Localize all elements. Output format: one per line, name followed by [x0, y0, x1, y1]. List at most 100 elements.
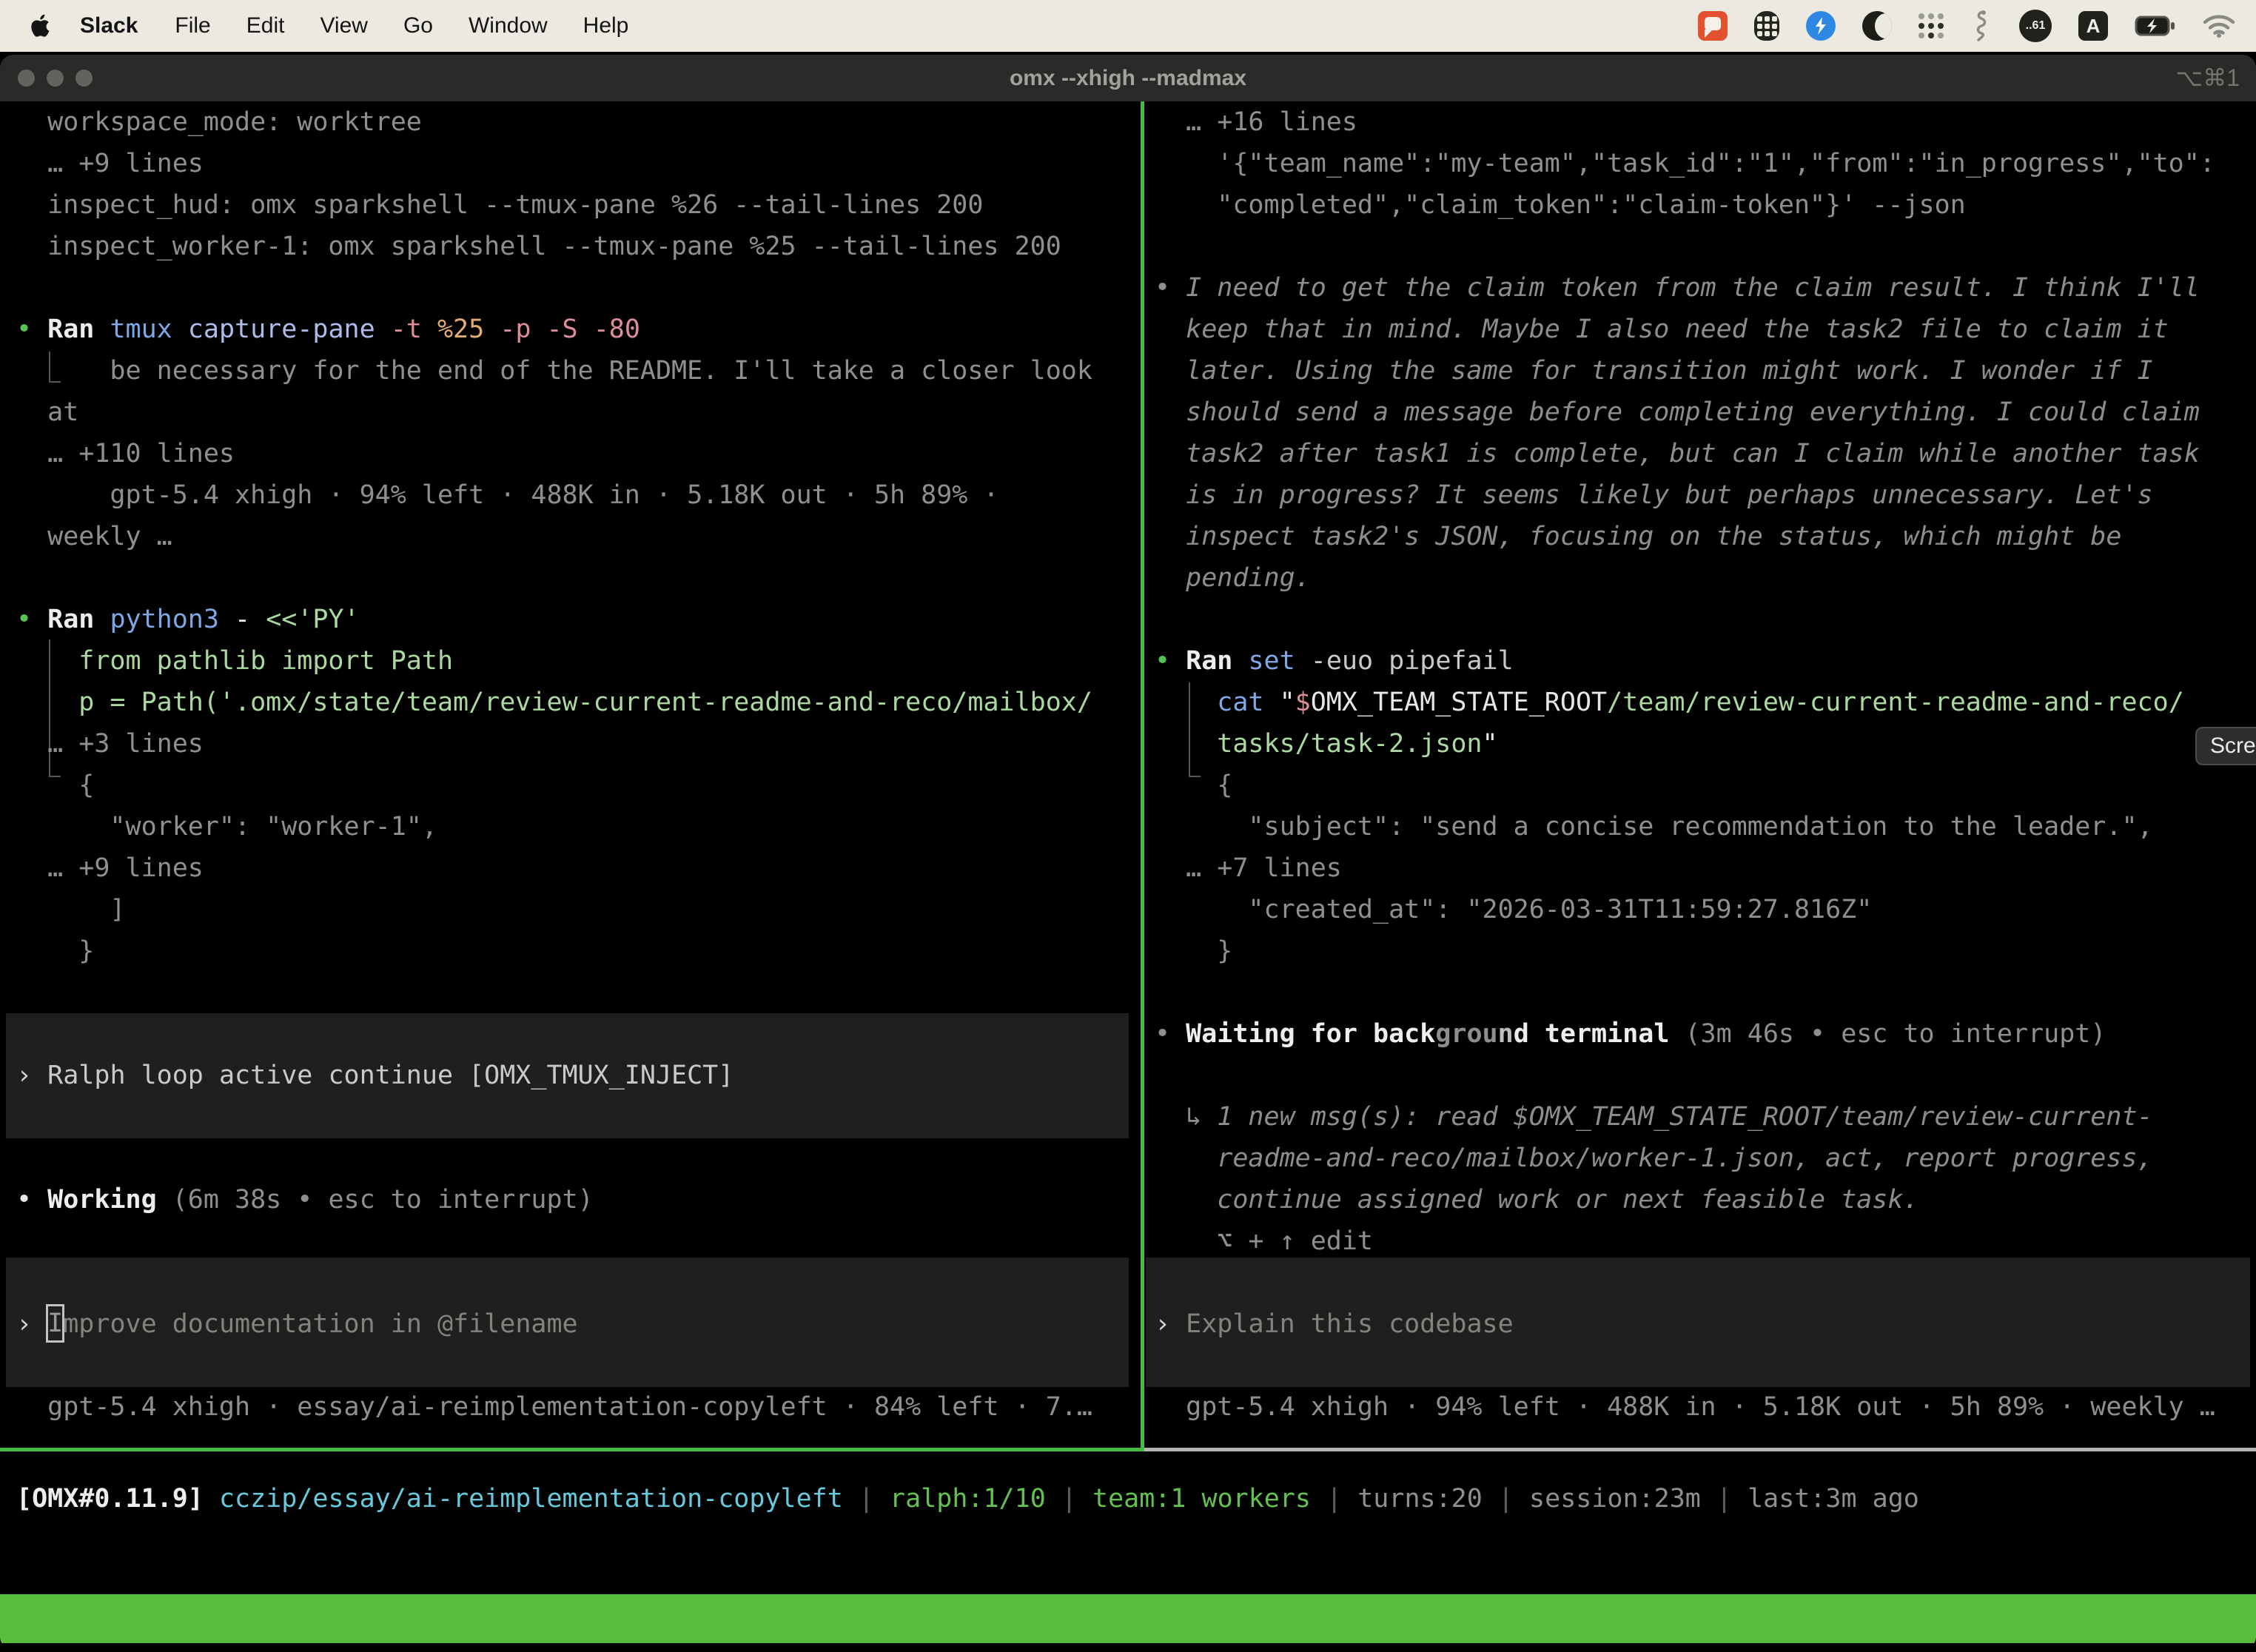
- text-run: last:3m ago: [1748, 1484, 1919, 1514]
- terminal-line: ⌥ + ↑ edit: [1146, 1220, 2256, 1262]
- text-run: I: [47, 1306, 63, 1341]
- terminal-window: omx --xhigh --madmax ⌥⌘1 workspace_mode:…: [0, 55, 2256, 1648]
- pane-divider[interactable]: [1141, 101, 1144, 1451]
- text-run: •: [1155, 273, 1186, 303]
- terminal-line: [1146, 226, 2256, 267]
- text-run: -euo pipefail: [1311, 646, 1514, 676]
- text-run: Explain this codebase: [1186, 1309, 1514, 1339]
- text-run: task2 after task1 is complete, but can I…: [1155, 439, 2200, 469]
- text-run: d terminal: [1514, 1019, 1685, 1049]
- text-run: n: [1498, 1019, 1514, 1049]
- text-run: capture-pane: [188, 315, 391, 344]
- crescent-icon[interactable]: [1862, 11, 1892, 41]
- menu-item-edit[interactable]: Edit: [229, 13, 303, 38]
- blue-bolt-badge-icon[interactable]: [1806, 11, 1836, 41]
- text-run: cat: [1155, 688, 1280, 717]
- terminal-line: … +110 lines: [6, 433, 1141, 474]
- macos-menu-bar: Slack File Edit View Go Window Help: [0, 0, 2256, 52]
- terminal-line: "subject": "send a concise recommendatio…: [1146, 806, 2256, 847]
- terminal-content: workspace_mode: worktree … +9 lines insp…: [0, 101, 2256, 1648]
- text-run: •: [16, 1185, 47, 1215]
- text-run: inspect_worker-1: omx sparkshell --tmux-…: [16, 232, 1061, 261]
- text-run: Working: [47, 1185, 172, 1215]
- text-run: Waiting for back: [1186, 1019, 1435, 1049]
- text-run: OMX_TEAM_STATE_ROOT: [1311, 688, 1607, 717]
- terminal-line: cat "$OMX_TEAM_STATE_ROOT/team/review-cu…: [1146, 682, 2256, 723]
- text-run: Ran: [47, 605, 110, 634]
- text-run: gpt-5.4 xhigh · essay/ai-reimplementatio…: [16, 1392, 1092, 1422]
- text-run: mprove documentation in @filename: [63, 1309, 577, 1339]
- terminal-line: {: [1146, 765, 2256, 806]
- terminal-line: • Working (6m 38s • esc to interrupt): [6, 1179, 1141, 1220]
- menu-item-window[interactable]: Window: [451, 13, 565, 38]
- terminal-line: [1146, 1345, 2256, 1386]
- chat-app-icon[interactable]: [1698, 11, 1728, 41]
- inactive-pane-border: [1144, 1448, 2256, 1451]
- terminal-line: [6, 1345, 1141, 1386]
- terminal-line: • Ran python3 - <<'PY': [6, 599, 1141, 640]
- apple-menu-icon[interactable]: [27, 14, 61, 38]
- menu-bar-left: Slack File Edit View Go Window Help: [0, 13, 646, 38]
- text-run: ›: [16, 1309, 47, 1339]
- terminal-line: "worker": "worker-1",: [6, 806, 1141, 847]
- text-run: python3: [110, 605, 235, 634]
- menu-item-go[interactable]: Go: [386, 13, 451, 38]
- text-run: I need to get the claim token from the c…: [1186, 273, 2200, 303]
- tmux-session-label: [omx-cczip0:bash*: [7, 1643, 272, 1648]
- terminal-line: is in progress? It seems likely but perh…: [1146, 474, 2256, 516]
- battery-percent-icon[interactable]: ..61: [2019, 10, 2052, 42]
- text-run: turns:20: [1357, 1484, 1498, 1514]
- text-run: tmux: [110, 315, 187, 344]
- text-run: •: [1155, 646, 1186, 676]
- text-run: ": [1483, 729, 1498, 759]
- text-run: <<'PY': [266, 605, 359, 634]
- active-pane-border: [0, 1448, 1144, 1451]
- menu-item-help[interactable]: Help: [565, 13, 647, 38]
- keyboard-layout-icon[interactable]: A: [2078, 11, 2108, 41]
- window-title-bar[interactable]: omx --xhigh --madmax ⌥⌘1: [0, 55, 2256, 101]
- terminal-line: '{"team_name":"my-team","task_id":"1","f…: [1146, 143, 2256, 184]
- terminal-line: }: [1146, 930, 2256, 972]
- terminal-line: › Explain this codebase: [1146, 1303, 2256, 1345]
- text-run: (6m 38s • esc to interrupt): [172, 1185, 594, 1215]
- terminal-line: from pathlib import Path: [6, 640, 1141, 682]
- terminal-line: task2 after task1 is complete, but can I…: [1146, 433, 2256, 474]
- text-run: pending.: [1155, 563, 1311, 593]
- terminal-line: inspect_worker-1: omx sparkshell --tmux-…: [6, 226, 1141, 267]
- menu-item-view[interactable]: View: [302, 13, 385, 38]
- window-shortcut-badge: ⌥⌘1: [2175, 55, 2240, 101]
- left-terminal-pane[interactable]: workspace_mode: worktree … +9 lines insp…: [6, 101, 1141, 1451]
- terminal-line: [1146, 599, 2256, 640]
- text-run: grou: [1435, 1019, 1497, 1049]
- terminal-line: • Ran set -euo pipefail: [1146, 640, 2256, 682]
- text-run: set: [1248, 646, 1310, 676]
- text-run: cczip/essay/ai-reimplementation-copyleft: [219, 1484, 859, 1514]
- dots-grid-icon[interactable]: [1918, 13, 1944, 38]
- menu-item-file[interactable]: File: [157, 13, 228, 38]
- terminal-line: › Ralph loop active continue [OMX_TMUX_I…: [6, 1055, 1141, 1096]
- text-run: … +7 lines: [1155, 853, 1342, 883]
- terminal-line: [6, 557, 1141, 599]
- terminal-line: ]: [6, 889, 1141, 930]
- menu-app-name[interactable]: Slack: [61, 13, 157, 38]
- text-run: Ran: [1186, 646, 1248, 676]
- shield-grid-icon[interactable]: [1754, 11, 1779, 41]
- text-run: {: [1155, 770, 1232, 800]
- battery-icon[interactable]: [2135, 16, 2176, 36]
- terminal-line: readme-and-reco/mailbox/worker-1.json, a…: [1146, 1138, 2256, 1179]
- terminal-line: ↳ 1 new msg(s): read $OMX_TEAM_STATE_ROO…: [1146, 1096, 2256, 1138]
- text-run: inspect task2's JSON, focusing on the st…: [1155, 522, 2121, 551]
- squiggle-icon[interactable]: [1970, 10, 1993, 42]
- text-run: workspace_mode: worktree: [16, 107, 422, 137]
- text-run: ↳ 1 new msg(s): read $OMX_TEAM_STATE_ROO…: [1155, 1102, 2153, 1132]
- window-title: omx --xhigh --madmax: [0, 55, 2256, 101]
- text-run: "created_at": "2026-03-31T11:59:27.816Z": [1155, 895, 1872, 924]
- text-run: … +110 lines: [16, 439, 235, 469]
- terminal-line: later. Using the same for transition mig…: [1146, 350, 2256, 392]
- text-run: … +16 lines: [1155, 107, 1357, 137]
- terminal-line: [6, 267, 1141, 309]
- terminal-line: … +16 lines: [1146, 101, 2256, 143]
- terminal-line: at: [6, 392, 1141, 433]
- right-terminal-pane[interactable]: … +16 lines '{"team_name":"my-team","tas…: [1146, 101, 2256, 1451]
- wifi-icon[interactable]: [2203, 14, 2235, 38]
